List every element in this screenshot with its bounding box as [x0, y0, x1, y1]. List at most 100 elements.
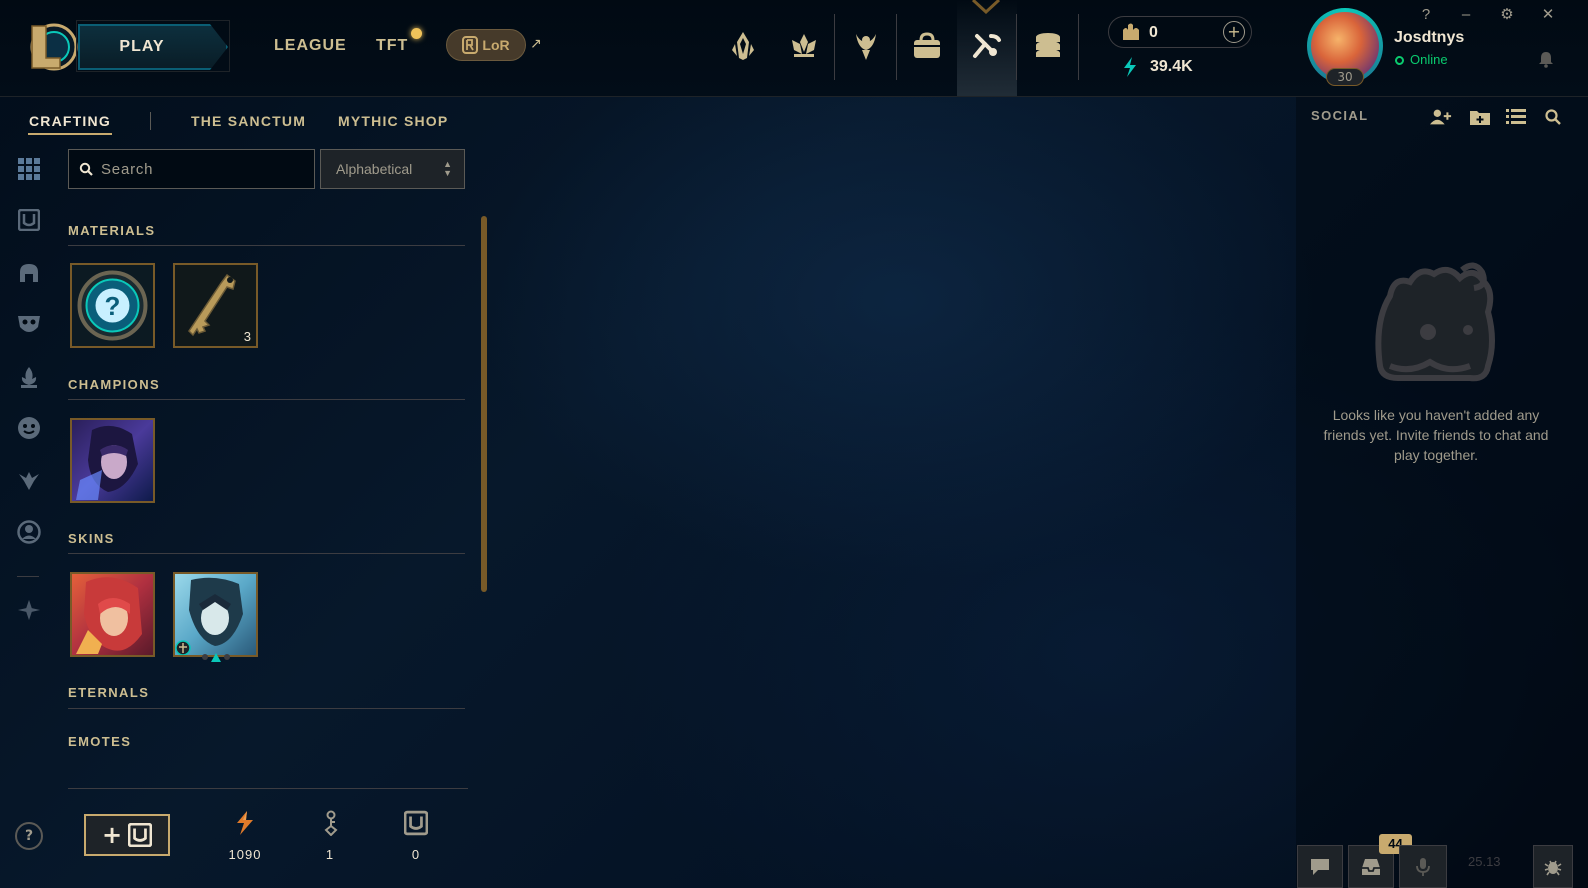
loot-scrollbar[interactable] [481, 216, 487, 592]
rp-amount: 0 [1149, 24, 1158, 41]
league-logo[interactable] [24, 22, 80, 72]
store-icon[interactable] [1028, 26, 1068, 66]
nav-tft[interactable]: TFT [376, 37, 408, 55]
section-divider [68, 399, 465, 400]
inbox-icon [1362, 858, 1380, 875]
bug-icon [1544, 860, 1562, 875]
voice-button[interactable] [1399, 845, 1447, 888]
skin-portrait-icon [72, 574, 153, 655]
search-icon[interactable] [1542, 107, 1564, 127]
tab-mythic-shop[interactable]: MYTHIC SHOP [338, 113, 448, 129]
social-panel [1296, 97, 1588, 888]
section-divider [68, 245, 465, 246]
section-title-champions: CHAMPIONS [68, 377, 161, 392]
footer-divider [68, 788, 468, 789]
close-button[interactable]: ✕ [1537, 4, 1559, 26]
help-button[interactable]: ? [1415, 4, 1437, 26]
svg-text:?: ? [105, 291, 121, 321]
loot-icon[interactable] [967, 26, 1007, 66]
rarity-indicator-icon [202, 653, 230, 662]
champion-shard-tile[interactable] [70, 418, 155, 503]
nav-divider [1078, 14, 1079, 80]
tab-crafting[interactable]: CRAFTING [29, 113, 111, 129]
purchase-chest-button[interactable]: + [84, 814, 170, 856]
emote-icon[interactable] [17, 416, 41, 440]
chat-button[interactable] [1297, 845, 1343, 888]
champion-portrait-icon [72, 420, 153, 501]
add-folder-icon[interactable] [1469, 107, 1491, 127]
bell-icon[interactable] [1537, 50, 1555, 68]
orange-essence-icon [237, 811, 253, 835]
summoner-level: 30 [1326, 68, 1364, 86]
nav-divider [896, 14, 897, 80]
active-caret-icon [971, 0, 1001, 14]
rp-icon [1123, 23, 1139, 40]
bug-report-button[interactable] [1533, 845, 1573, 888]
grid-icon[interactable] [17, 157, 41, 181]
sort-chevron-icon: ▲ ▼ [443, 159, 452, 178]
no-friends-message: Looks like you haven't added any friends… [1323, 407, 1549, 463]
home-icon[interactable] [723, 26, 763, 66]
chest-count-icon [404, 810, 428, 836]
active-tab-underline [28, 133, 112, 135]
blue-essence-amount: 39.4K [1150, 58, 1193, 75]
subnav-divider [150, 112, 151, 130]
microphone-icon [1416, 857, 1430, 876]
key-fragment-tile[interactable]: 3 [173, 263, 258, 348]
mystery-material-tile[interactable]: ? [70, 263, 155, 348]
tft-icon[interactable] [784, 26, 824, 66]
chest-icon[interactable] [17, 208, 41, 232]
key-icon [324, 810, 338, 836]
section-title-materials: MATERIALS [68, 223, 156, 238]
poro-illustration-icon [1375, 262, 1495, 382]
client-version: 25.13 [1468, 854, 1501, 869]
add-friend-icon[interactable] [1430, 107, 1452, 127]
chest-icon [128, 823, 153, 847]
section-title-eternals: ETERNALS [68, 685, 150, 700]
tft-companion-icon[interactable] [17, 468, 41, 492]
settings-button[interactable]: ⚙ [1496, 4, 1518, 26]
blue-essence-icon [1124, 57, 1136, 77]
lor-button[interactable]: LoR [446, 29, 526, 61]
ward-icon[interactable] [17, 365, 41, 389]
skin-mask-icon[interactable] [17, 312, 41, 336]
collection-icon[interactable] [907, 26, 947, 66]
nav-league[interactable]: LEAGUE [274, 37, 347, 55]
lor-label: LoR [482, 37, 510, 53]
search-icon [79, 162, 93, 176]
section-divider [68, 708, 465, 709]
tft-notification-dot [411, 28, 422, 39]
crafting-essence-icon[interactable] [17, 598, 41, 622]
online-status-icon [1395, 56, 1404, 65]
orange-essence-amount: 1090 [228, 847, 262, 862]
sort-dropdown[interactable]: Alphabetical ▲ ▼ [320, 149, 465, 189]
keys-amount: 1 [325, 847, 335, 862]
status-text[interactable]: Online [1410, 52, 1448, 67]
username[interactable]: Josdtnys [1394, 29, 1464, 47]
key-fragment-count: 3 [243, 329, 251, 344]
lor-logo-icon [462, 36, 479, 54]
skin-shard-tile[interactable] [70, 572, 155, 657]
chat-icon [1311, 858, 1329, 875]
champion-helmet-icon[interactable] [17, 261, 41, 285]
search-field[interactable] [68, 149, 315, 189]
social-title: SOCIAL [1311, 108, 1369, 123]
chests-amount: 0 [411, 847, 421, 862]
section-title-skins: SKINS [68, 531, 115, 546]
loot-help-button[interactable]: ? [15, 822, 43, 850]
buy-rp-button[interactable]: + [1223, 21, 1245, 43]
nav-divider [1016, 14, 1017, 80]
mystery-orb-icon: ? [72, 265, 153, 346]
profile-icon[interactable] [846, 26, 886, 66]
search-input[interactable] [101, 150, 301, 188]
section-divider [68, 553, 465, 554]
skin-portrait-icon [175, 574, 256, 656]
skin-shard-tile[interactable] [173, 572, 258, 657]
tab-the-sanctum[interactable]: THE SANCTUM [191, 113, 306, 129]
list-view-icon[interactable] [1505, 107, 1527, 127]
external-link-icon: ↗ [530, 36, 542, 52]
plus-icon: + [101, 821, 123, 849]
minimize-button[interactable]: – [1455, 4, 1477, 26]
summoner-icon-tab[interactable] [17, 520, 41, 544]
play-button[interactable]: PLAY [78, 24, 228, 70]
